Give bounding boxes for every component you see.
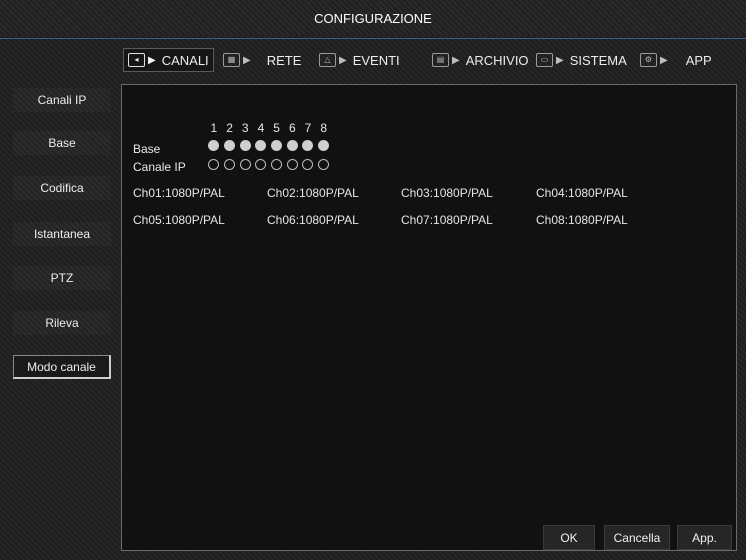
channel-info: Ch04:1080P/PAL (536, 186, 628, 200)
sidebar-item-label: Codifica (40, 181, 84, 195)
system-icon: ▭ (536, 53, 553, 67)
sidebar-item-ptz[interactable]: PTZ (13, 266, 111, 290)
base-channel-radio[interactable] (318, 140, 330, 151)
ip-radio-cell (253, 159, 269, 170)
base-radio-cell (222, 140, 238, 151)
tab-app[interactable]: ⚙ ▶ APP (640, 48, 712, 72)
arrow-icon: ▶ (660, 54, 668, 66)
ip-channel-radio[interactable] (239, 159, 251, 170)
tab-canali[interactable]: ◂ ▶ CANALI (123, 48, 214, 72)
ip-channel-radio[interactable] (271, 159, 283, 170)
tab-label: CANALI (161, 52, 209, 68)
ip-channel-radio[interactable] (224, 159, 236, 170)
ip-row-label: Canale IP (133, 160, 186, 174)
tab-label: RETE (266, 52, 302, 68)
ip-channel-radio[interactable] (208, 159, 220, 170)
arrow-icon: ▶ (339, 54, 347, 66)
sidebar-item-base[interactable]: Base (13, 131, 111, 155)
channel-icon: ◂ (128, 53, 145, 67)
ip-channel-radio[interactable] (318, 159, 330, 170)
sidebar-item-label: PTZ (50, 271, 74, 285)
channel-info: Ch07:1080P/PAL (401, 213, 493, 227)
ip-radio-cell (222, 159, 238, 170)
ip-radio-cell (284, 159, 300, 170)
sidebar-item-codifica[interactable]: Codifica (13, 176, 111, 200)
channel-mode-panel: 1 2 3 4 5 6 7 8 Base Canale IP Ch01:1080… (121, 84, 737, 551)
channel-info: Ch08:1080P/PAL (536, 213, 628, 227)
ip-radio-cell (237, 159, 253, 170)
channel-number: 1 (210, 121, 218, 135)
channel-info: Ch06:1080P/PAL (267, 213, 359, 227)
tab-label: EVENTI (352, 52, 400, 68)
tab-archivio[interactable]: ▤ ▶ ARCHIVIO (432, 48, 529, 72)
ip-radio-row (206, 159, 332, 170)
tab-rete[interactable]: ▦ ▶ RETE (223, 48, 301, 72)
ip-radio-cell (269, 159, 285, 170)
ip-channel-radio[interactable] (255, 159, 267, 170)
ip-radio-cell (300, 159, 316, 170)
storage-icon: ▤ (432, 53, 449, 67)
arrow-icon: ▶ (452, 54, 460, 66)
base-channel-radio[interactable] (208, 140, 220, 151)
sidebar-item-rileva[interactable]: Rileva (13, 311, 111, 335)
base-radio-cell (300, 140, 316, 151)
arrow-icon: ▶ (148, 54, 156, 66)
channel-number: 7 (304, 121, 312, 135)
sidebar-item-label: Canali IP (37, 93, 87, 107)
sidebar-item-label: Base (48, 136, 76, 150)
base-radio-cell (237, 140, 253, 151)
sidebar-item-label: Istantanea (33, 227, 91, 241)
cancel-button[interactable]: Cancella (604, 525, 670, 550)
channel-number: 6 (288, 121, 296, 135)
tab-label: ARCHIVIO (465, 52, 529, 68)
base-radio-cell (269, 140, 285, 151)
arrow-icon: ▶ (556, 54, 564, 66)
base-radio-row (206, 140, 332, 151)
main-tab-bar: ◂ ▶ CANALI ▦ ▶ RETE △ ▶ EVENTI ▤ ▶ ARCHI… (0, 38, 746, 80)
tab-sistema[interactable]: ▭ ▶ SISTEMA (536, 48, 627, 72)
title-text: CONFIGURAZIONE (314, 10, 432, 26)
ip-channel-radio[interactable] (286, 159, 298, 170)
channel-number: 4 (257, 121, 265, 135)
ip-channel-radio[interactable] (302, 159, 314, 170)
channel-info: Ch02:1080P/PAL (267, 186, 359, 200)
base-row-label: Base (133, 142, 161, 156)
sidebar-item-istantanea[interactable]: Istantanea (13, 222, 111, 246)
ip-radio-cell (206, 159, 222, 170)
base-channel-radio[interactable] (255, 140, 267, 151)
base-radio-cell (316, 140, 332, 151)
arrow-icon: ▶ (243, 54, 251, 66)
channel-number: 3 (241, 121, 249, 135)
base-channel-radio[interactable] (302, 140, 314, 151)
channel-number: 8 (320, 121, 327, 135)
channel-number: 5 (273, 121, 280, 135)
base-channel-radio[interactable] (286, 140, 298, 151)
sidebar-item-label: Rileva (45, 316, 79, 330)
window-title: CONFIGURAZIONE (0, 0, 746, 36)
sidebar-item-modo-canale[interactable]: Modo canale (13, 355, 111, 379)
network-icon: ▦ (223, 53, 240, 67)
base-radio-cell (253, 140, 269, 151)
base-channel-radio[interactable] (224, 140, 236, 151)
ok-button[interactable]: OK (543, 525, 595, 550)
app-icon: ⚙ (640, 53, 657, 67)
base-channel-radio[interactable] (239, 140, 251, 151)
channel-info: Ch05:1080P/PAL (133, 213, 225, 227)
base-radio-cell (284, 140, 300, 151)
alarm-icon: △ (319, 53, 336, 67)
tab-label: APP (685, 52, 712, 68)
sidebar-item-label: Modo canale (27, 359, 96, 374)
base-radio-cell (206, 140, 222, 151)
tab-eventi[interactable]: △ ▶ EVENTI (319, 48, 400, 72)
channel-number: 2 (226, 121, 233, 135)
base-channel-radio[interactable] (271, 140, 283, 151)
channel-info: Ch01:1080P/PAL (133, 186, 225, 200)
sidebar-item-canali-ip[interactable]: Canali IP (13, 88, 111, 112)
apply-button[interactable]: App. (677, 525, 732, 550)
channel-info: Ch03:1080P/PAL (401, 186, 493, 200)
tab-label: SISTEMA (569, 52, 627, 68)
ip-radio-cell (316, 159, 332, 170)
channel-number-row: 1 2 3 4 5 6 7 8 (206, 121, 332, 135)
